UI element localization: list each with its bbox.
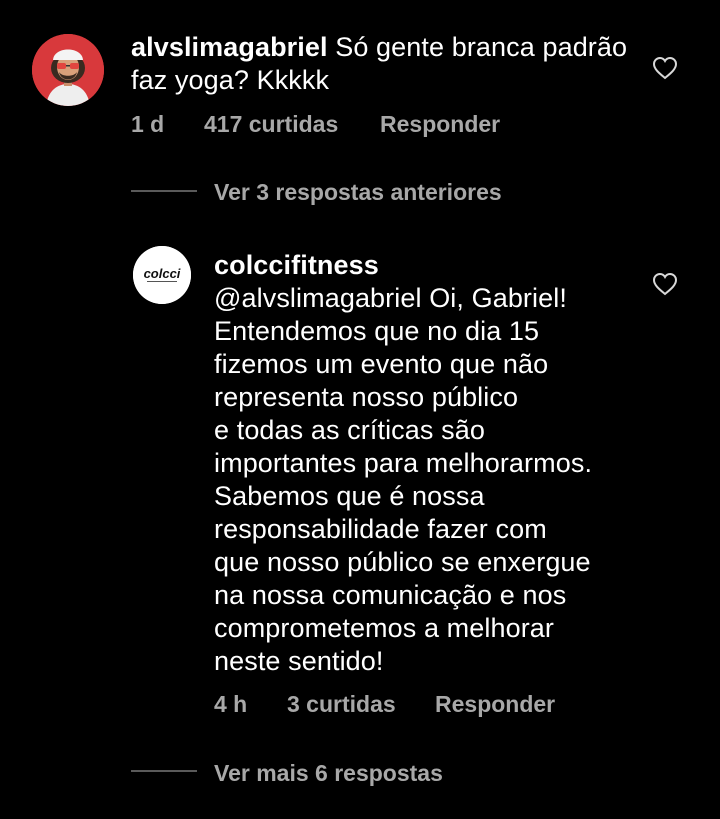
reply-body: colccifitness @alvslimagabriel Oi, Gabri… [214,249,654,678]
comment-body: alvslimagabriel Só gente branca padrão f… [131,31,651,97]
reply-text-line: Entendemos que no dia 15 [214,316,540,346]
comment-username[interactable]: alvslimagabriel [131,32,328,62]
thread-divider [131,770,197,772]
reply-text-line: importantes para melhorarmos. [214,448,593,478]
reply-text-line: neste sentido! [214,646,384,676]
avatar[interactable]: colcci [133,246,191,304]
heart-outline-icon[interactable] [652,56,678,80]
comment-time: 1 d [131,111,165,137]
reply-button[interactable]: Responder [435,691,555,718]
mention-link[interactable]: @alvslimagabriel [214,283,422,313]
view-more-replies[interactable]: Ver mais 6 respostas [214,760,443,787]
reply-text-line: que nosso público se enxergue [214,547,591,577]
reply-text-line: na nossa comunicação e nos [214,580,567,610]
reply-text-line: e todas as críticas são [214,415,485,445]
comment-text: Só gente branca padrão [327,32,628,62]
comment-text-continued: faz yoga? Kkkkk [131,65,330,95]
reply-username[interactable]: colccifitness [214,249,654,282]
reply-button[interactable]: Responder [380,111,500,138]
comment-likes[interactable]: 417 curtidas [204,111,338,138]
reply-text-line: Oi, Gabriel! [421,283,567,313]
thread-divider [131,190,197,192]
profile-photo [32,34,104,106]
avatar[interactable] [32,34,104,106]
reply-text-line: comprometemos a melhorar [214,613,555,643]
reply-text-line: representa nosso público [214,382,519,412]
reply-text-line: fizemos um evento que não [214,349,549,379]
brand-logo: colcci [133,246,191,304]
reply-likes[interactable]: 3 curtidas [287,691,396,718]
reply-text-line: Sabemos que é nossa [214,481,485,511]
view-previous-replies[interactable]: Ver 3 respostas anteriores [214,179,502,206]
logo-text: colcci [144,266,181,281]
reply-time: 4 h [214,691,248,717]
heart-outline-icon[interactable] [652,272,678,296]
reply-text-line: responsabilidade fazer com [214,514,547,544]
